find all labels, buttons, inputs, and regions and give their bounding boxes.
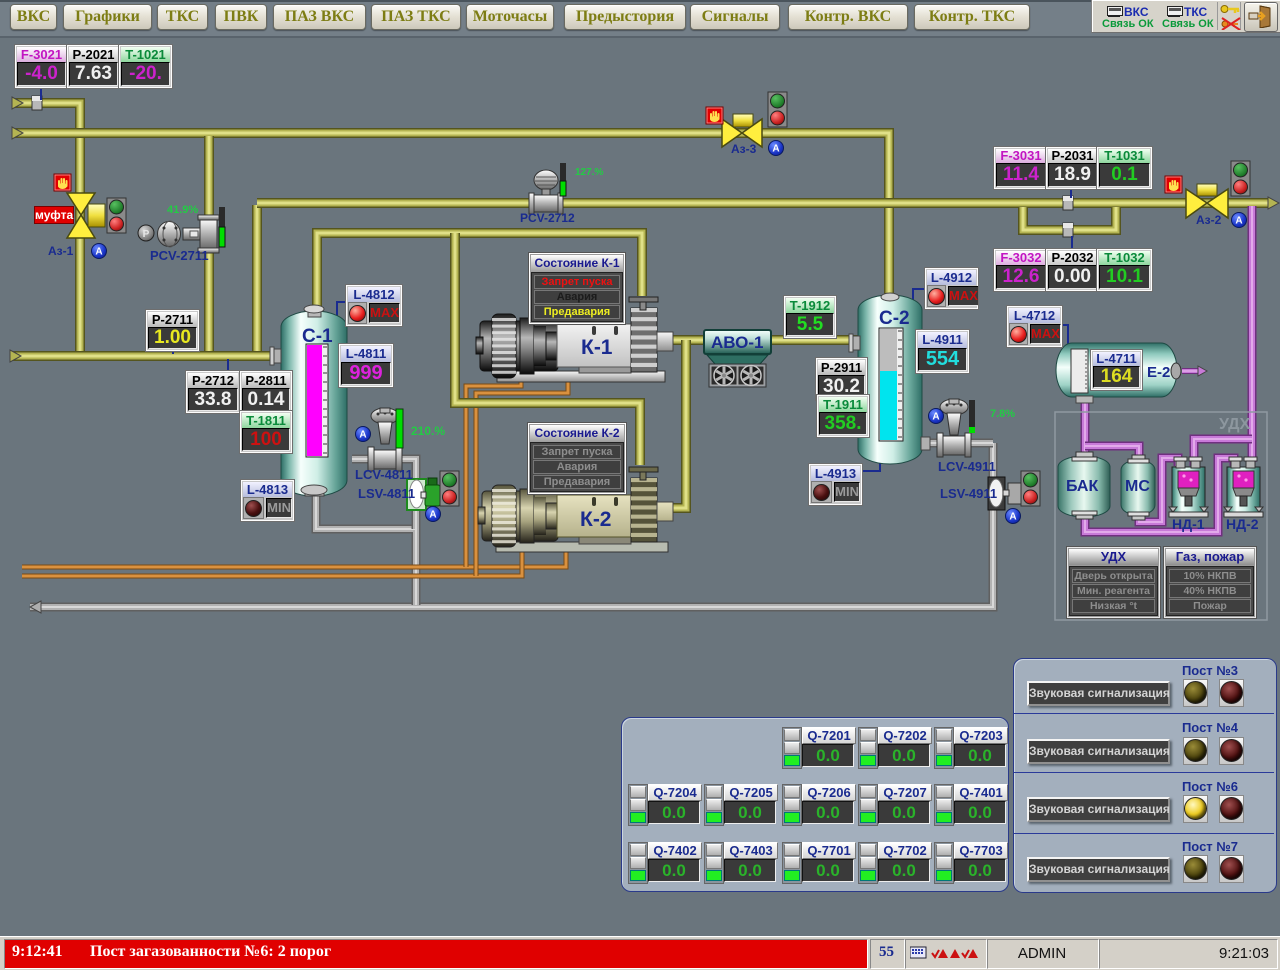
svg-text:A: A	[1009, 512, 1016, 523]
svg-text:A: A	[772, 144, 779, 155]
svg-text:P: P	[143, 229, 150, 240]
svg-text:A: A	[1235, 216, 1242, 227]
svg-text:A: A	[932, 412, 939, 423]
svg-text:A: A	[95, 247, 102, 258]
svg-text:A: A	[429, 510, 436, 521]
svg-text:A: A	[359, 430, 366, 441]
